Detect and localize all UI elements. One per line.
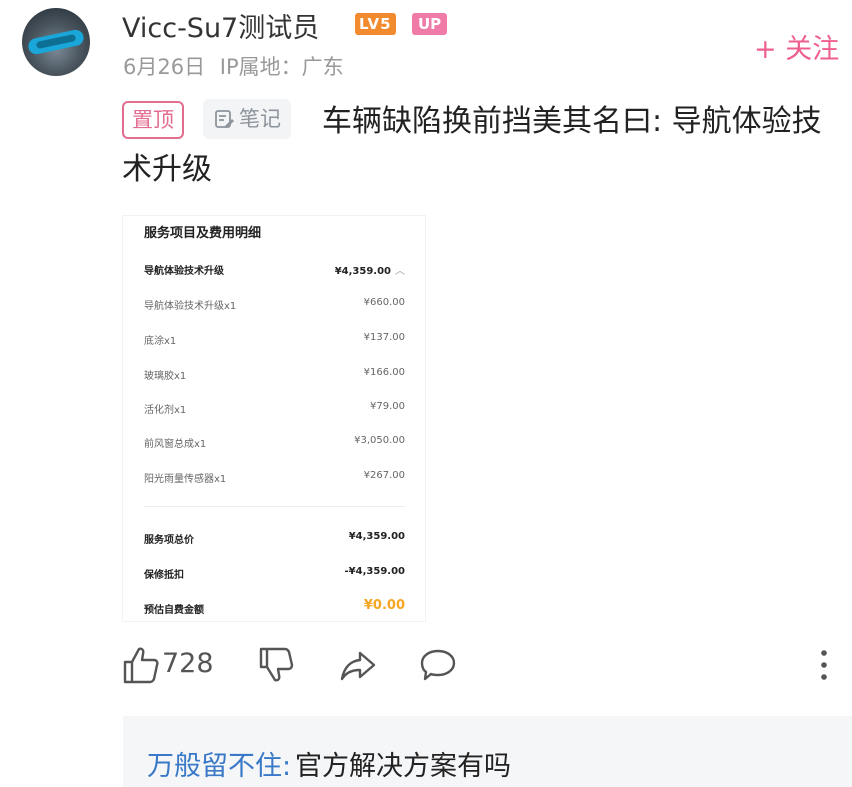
like-count: 728	[162, 648, 214, 679]
thumbs-down-icon	[259, 647, 294, 682]
receipt-summary-row: 预估自费金额 ¥0.00	[144, 598, 405, 616]
dislike-button[interactable]	[258, 645, 294, 689]
note-icon	[215, 110, 234, 128]
avatar[interactable]	[22, 8, 90, 76]
receipt-item: 底涂x1 ¥137.00	[144, 332, 405, 347]
receipt-heading: 服务项目及费用明细	[144, 226, 262, 241]
comment-text: 官方解决方案有吗	[295, 751, 511, 782]
receipt-summary-row: 服务项总价 ¥4,359.00	[144, 531, 405, 546]
share-icon	[340, 651, 376, 681]
receipt-item: 玻璃胶x1 ¥166.00	[144, 367, 405, 382]
ip-location: IP属地：广东	[219, 55, 344, 79]
receipt-item: 活化剂x1 ¥79.00	[144, 401, 405, 416]
up-badge: UP	[412, 13, 448, 35]
more-icon	[821, 650, 827, 680]
note-tag-label: 笔记	[239, 107, 281, 131]
author-name[interactable]: Vicc-Su7测试员	[122, 6, 319, 45]
level-badge: LV5	[355, 13, 396, 35]
receipt-main-value: ¥4,359.00	[334, 266, 391, 277]
receipt-summary-row: 保修抵扣 -¥4,359.00	[144, 566, 405, 581]
receipt-main-item: 导航体验技术升级 ¥4,359.00 ︿	[144, 262, 405, 278]
share-button[interactable]	[338, 645, 378, 689]
follow-button[interactable]: + 关注	[754, 27, 839, 66]
comment-button[interactable]	[418, 645, 458, 689]
comment-author[interactable]: 万般留不住:	[147, 744, 291, 783]
receipt-image[interactable]: 服务项目及费用明细 导航体验技术升级 ¥4,359.00 ︿ 导航体验技术升级x1…	[123, 216, 425, 621]
receipt-item: 导航体验技术升级x1 ¥660.00	[144, 297, 405, 312]
pinned-tag: 置顶	[122, 101, 184, 139]
comment-preview[interactable]: 万般留不住: 官方解决方案有吗	[123, 716, 852, 787]
receipt-divider	[144, 506, 405, 507]
receipt-item: 前风窗总成x1 ¥3,050.00	[144, 435, 405, 450]
like-button[interactable]	[122, 645, 160, 689]
post-meta: 6月26日 IP属地：广东	[123, 51, 344, 81]
chevron-up-icon: ︿	[395, 266, 405, 277]
more-button[interactable]	[818, 648, 830, 692]
comment-icon	[420, 649, 456, 681]
note-tag: 笔记	[203, 99, 291, 139]
thumbs-up-icon	[123, 647, 159, 684]
receipt-item: 阳光雨量传感器x1 ¥267.00	[144, 470, 405, 485]
receipt-main-label: 导航体验技术升级	[144, 266, 224, 277]
post-date: 6月26日	[123, 55, 206, 79]
